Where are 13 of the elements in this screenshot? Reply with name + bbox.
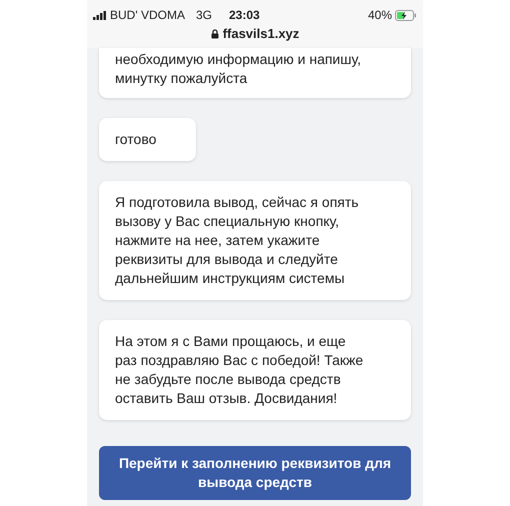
chat-message: Я подготовила вывод, сейчас я опять вызову у Вас специальную кнопку, нажмите на нее, затем укажите реквизиты для вывода и следуйте дальнейшим инструкциям системы bbox=[99, 181, 411, 300]
page-url[interactable]: ffasvils1.xyz bbox=[222, 24, 300, 44]
clock: 23:03 bbox=[229, 7, 260, 24]
signal-icon bbox=[93, 10, 107, 20]
network-type: 3G bbox=[196, 7, 212, 24]
chat-message: готово bbox=[99, 118, 196, 161]
battery-percent: 40% bbox=[368, 7, 392, 24]
chat-message: необходимую информацию и напишу, минутку пожалуйста bbox=[99, 48, 411, 98]
chat-message: На этом я с Вами прощаюсь, и еще раз поздравляю Вас с победой! Также не забудьте после вывода средств оставить Ваш отзыв. Досвидания! bbox=[99, 320, 411, 420]
lock-icon bbox=[210, 28, 219, 39]
battery-icon bbox=[395, 10, 417, 20]
carrier-name: BUD' VDOMA bbox=[110, 7, 185, 24]
action-button[interactable]: Перейти к заполнению реквизитов для вывода средств bbox=[99, 446, 411, 500]
